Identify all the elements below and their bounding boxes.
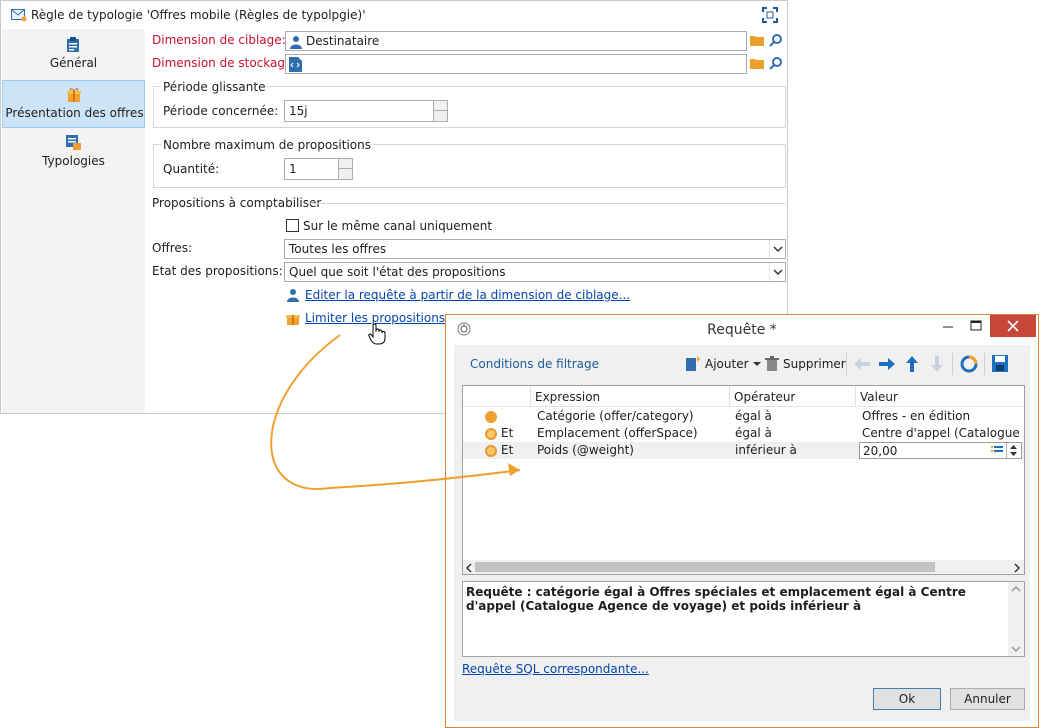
maximize-icon[interactable] [762,7,778,26]
close-icon [1007,320,1019,332]
schema-icon [289,57,302,73]
column-divider [855,386,856,407]
sidebar-item-label: Présentation des offres [5,106,144,120]
filter-conditions-title: Conditions de filtrage [470,357,600,371]
column-header-expression[interactable]: Expression [535,390,600,404]
filter-toolbar: Conditions de filtrage Ajouter Supprimer [462,349,1030,377]
stepper-up-icon[interactable] [339,159,352,169]
main-window-title: Règle de typologie 'Offres mobile (Règle… [31,8,366,22]
dialog-body: Conditions de filtrage Ajouter Supprimer [454,345,1030,721]
gift-icon [67,87,81,106]
toolbar-separator [952,353,953,375]
period-label: Période concernée: [163,104,279,118]
arrow-down-icon[interactable] [930,355,944,376]
person-icon [290,35,302,50]
max-proposals-title: Nombre maximum de propositions [161,138,373,152]
storage-dimension-field[interactable] [285,54,747,74]
same-channel-label: Sur le même canal uniquement [303,219,493,233]
clipboard-icon [66,37,80,56]
stepper-buttons[interactable] [1006,443,1020,458]
gift-icon [286,311,300,329]
folder-icon[interactable] [750,57,764,72]
maximize-icon[interactable] [961,315,991,337]
dropdown-arrow-icon[interactable] [752,356,762,373]
table-row[interactable]: Catégorie (offer/category) égal à Offres… [463,408,1024,425]
ok-button[interactable]: Ok [873,688,941,710]
chevron-down-icon[interactable] [769,263,785,281]
proposals-section-title: Propositions à comptabiliser [152,196,322,210]
section-divider [307,203,786,204]
query-description: Requête : catégorie égal à Offres spécia… [462,581,1025,657]
sidebar-item-offer-presentation[interactable]: Présentation des offres [2,80,145,128]
arrow-right-icon[interactable] [878,357,896,374]
toolbar-separator [846,353,847,375]
search-icon[interactable] [769,56,783,73]
chevron-right-icon[interactable] [1013,562,1021,574]
chevron-down-icon[interactable] [769,240,785,258]
query-dialog: Requête * Conditions de filtrage Ajouter [445,314,1039,728]
minimize-icon[interactable] [933,315,963,337]
chevron-left-icon[interactable] [465,562,473,574]
column-header-operator[interactable]: Opérateur [734,390,795,404]
same-channel-checkbox[interactable] [286,219,299,232]
arrow-left-icon[interactable] [853,357,871,374]
storage-dimension-label: Dimension de stockage: [152,56,297,70]
hand-cursor-icon [368,323,386,348]
stepper-up-icon[interactable] [434,101,447,111]
grid-header: Expression Opérateur Valeur [463,386,1024,407]
column-header-value[interactable]: Valeur [860,390,898,404]
trash-icon [765,356,779,375]
stepper-down-icon[interactable] [434,111,447,121]
envelope-icon [11,8,27,25]
table-row[interactable]: Et Emplacement (offerSpace) égal à Centr… [463,425,1024,442]
targeting-dimension-label: Dimension de ciblage: [152,33,286,47]
column-divider [729,386,730,407]
typology-icon [66,135,82,154]
add-icon [686,356,700,375]
weight-value-input[interactable]: 20,00 [859,442,1022,459]
column-divider [530,386,531,407]
save-icon[interactable] [992,355,1008,375]
sidebar-item-general[interactable]: Général [2,29,145,77]
table-row[interactable]: Et Poids (@weight) inférieur à 20,00 [463,442,1024,459]
edit-query-link[interactable]: Editer la requête à partir de la dimensi… [305,288,630,302]
stepper-buttons[interactable] [433,101,447,121]
cancel-button[interactable]: Annuler [950,688,1025,710]
list-icon[interactable] [991,445,1003,459]
sliding-period-title: Période glissante [161,80,268,94]
vertical-scrollbar[interactable] [1008,582,1024,656]
person-icon [287,288,299,305]
sidebar: Général Présentation des offres Typologi… [2,29,145,413]
sidebar-item-label: Typologies [42,154,105,168]
and-condition-icon [485,428,497,440]
stepper-buttons[interactable] [338,159,352,179]
sidebar-item-label: Général [49,56,98,70]
offers-select[interactable]: Toutes les offres [284,239,786,259]
toolbar-separator [984,353,985,375]
and-condition-icon [485,445,497,457]
sql-query-link[interactable]: Requête SQL correspondante... [462,662,649,676]
targeting-dimension-field[interactable]: Destinataire [285,31,747,51]
condition-icon [485,411,497,423]
scrollbar-thumb[interactable] [475,562,935,572]
search-icon[interactable] [769,33,783,50]
folder-icon[interactable] [750,34,764,49]
arrow-up-icon[interactable] [905,355,919,376]
distribution-icon[interactable] [960,355,978,376]
main-title-bar: Règle de typologie 'Offres mobile (Règle… [1,1,787,29]
offers-label: Offres: [152,241,193,255]
quantity-stepper[interactable]: 1 [284,158,353,180]
quantity-label: Quantité: [163,162,220,176]
dialog-title-bar: Requête * [446,315,1038,345]
close-button[interactable] [990,315,1036,337]
period-stepper[interactable]: 15j [284,100,448,122]
sidebar-item-typologies[interactable]: Typologies [2,129,145,177]
proposal-state-select[interactable]: Quel que soit l'état des propositions [284,262,786,282]
conditions-grid: Expression Opérateur Valeur Catégorie (o… [462,385,1025,575]
proposal-state-label: Etat des propositions: [152,264,283,278]
stepper-down-icon[interactable] [339,169,352,179]
horizontal-scrollbar[interactable] [463,560,1024,574]
